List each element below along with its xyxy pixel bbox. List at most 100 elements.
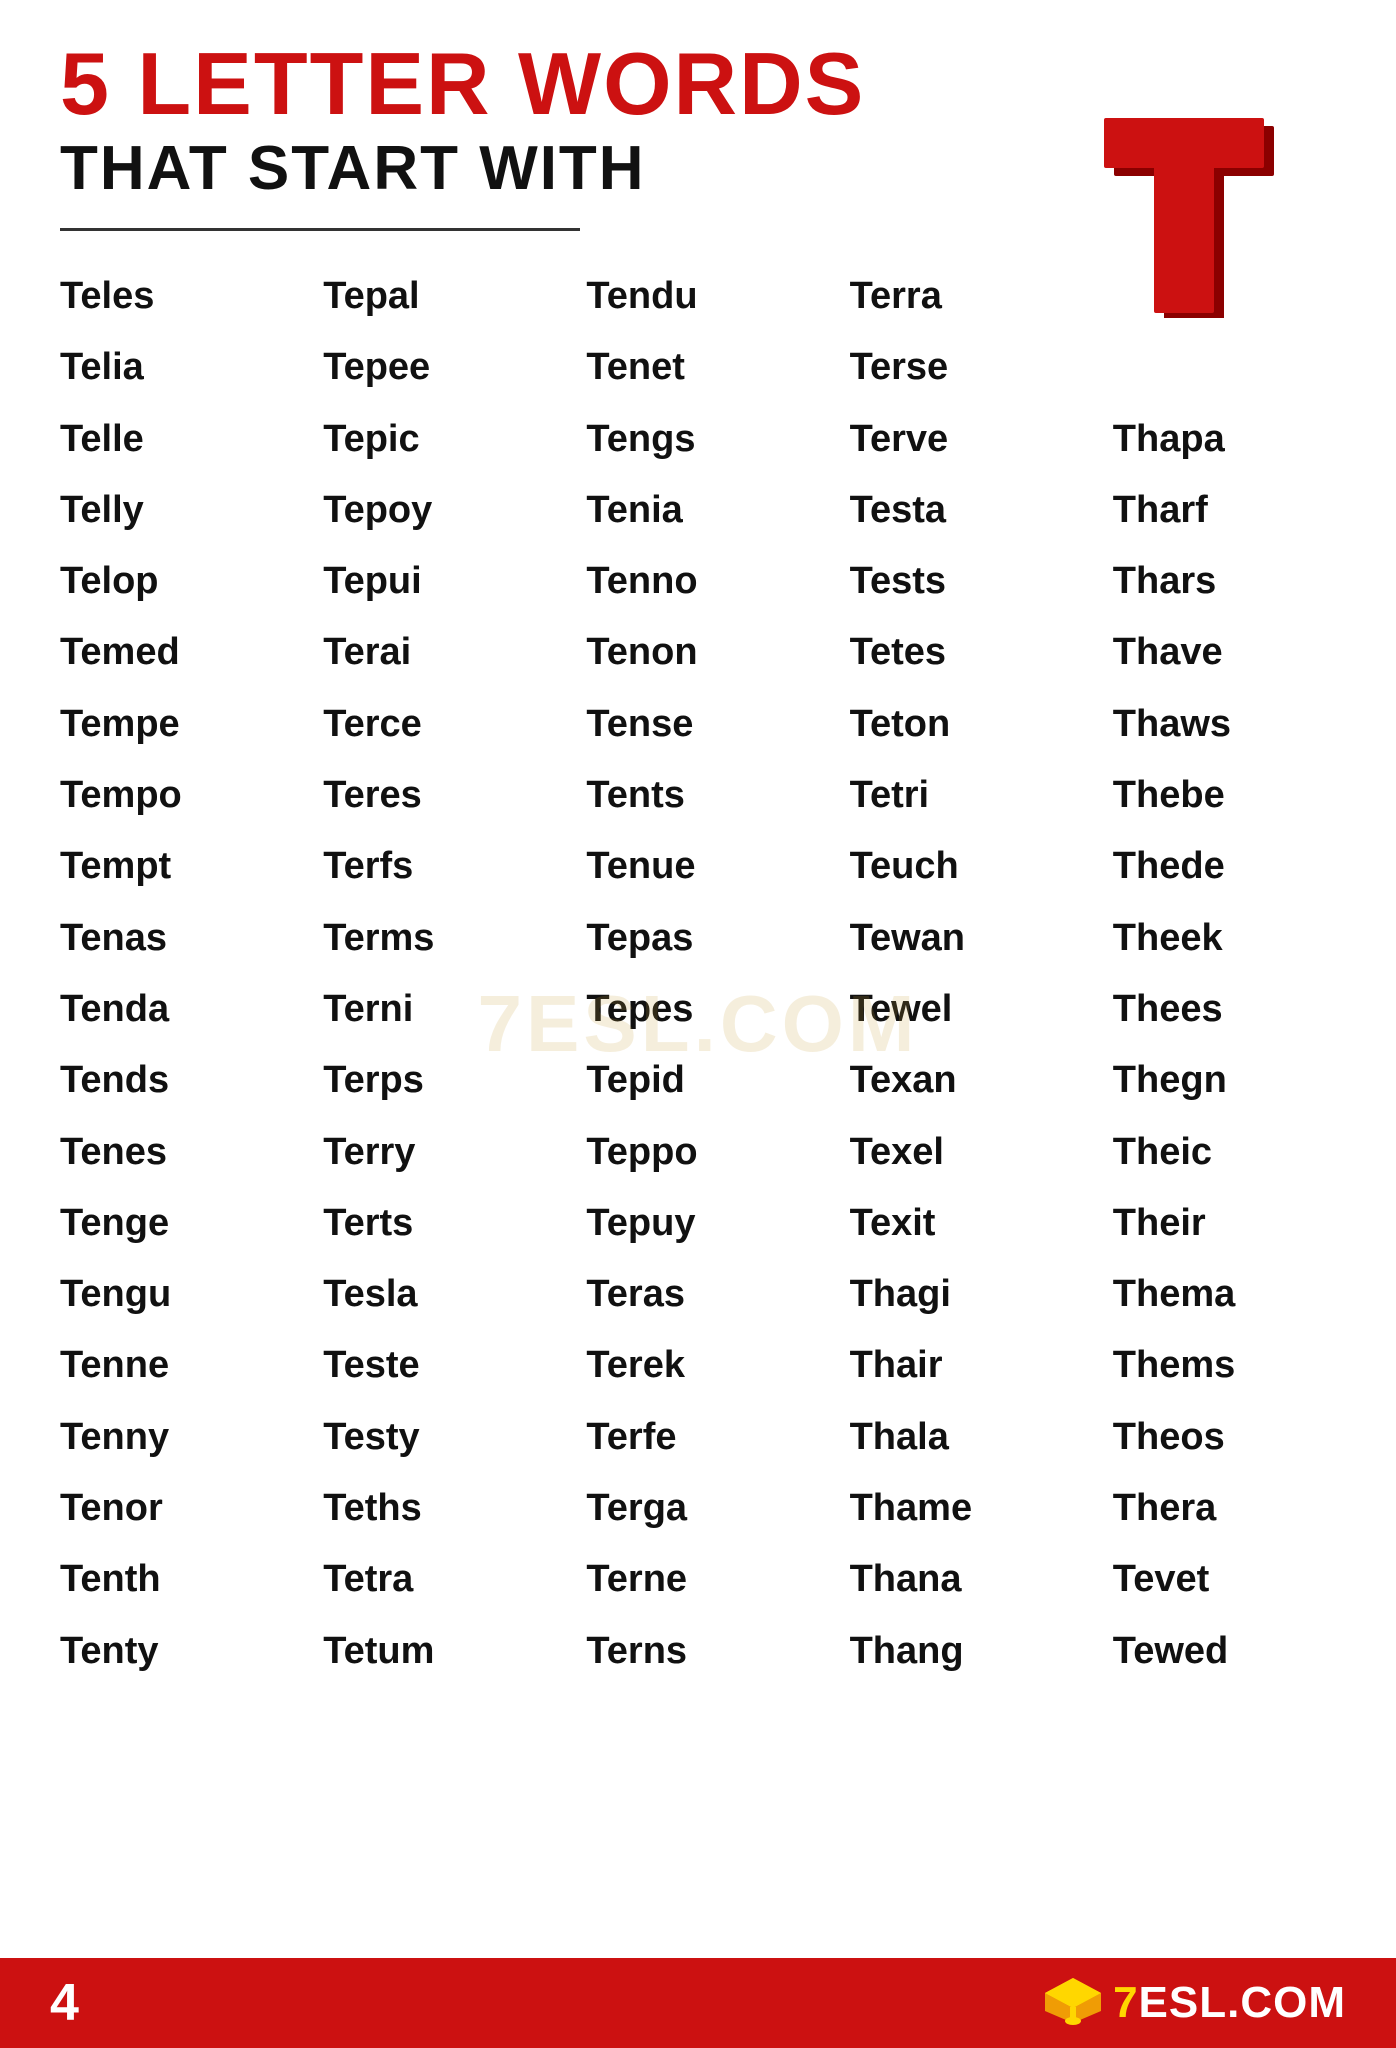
word-cell: Testa [830, 475, 1093, 546]
word-cell: Tempo [40, 760, 303, 831]
word-cell: Terms [303, 903, 566, 974]
word-cell: Terne [566, 1544, 829, 1615]
word-cell: Tenty [40, 1616, 303, 1687]
word-cell: Thame [830, 1473, 1093, 1544]
word-cell: Terek [566, 1330, 829, 1401]
word-cell: Terce [303, 689, 566, 760]
word-cell: Thems [1093, 1330, 1356, 1401]
main-title: 5 LETTER WORDS [60, 40, 1336, 128]
word-cell: Terfe [566, 1402, 829, 1473]
word-cell: Tempt [40, 831, 303, 902]
word-cell: Thang [830, 1616, 1093, 1687]
page-number: 4 [50, 1973, 79, 2033]
word-cell: Texel [830, 1117, 1093, 1188]
word-cell: Terry [303, 1117, 566, 1188]
word-cell: Tendu [566, 261, 829, 332]
subtitle-row: THAT START WITH [60, 138, 1336, 200]
word-cell: Tharf [1093, 475, 1356, 546]
word-cell: Tengs [566, 404, 829, 475]
word-cell: Tests [830, 546, 1093, 617]
word-grid: TelesTepalTenduTerraTeliaTepeeTenetTerse… [0, 261, 1396, 1687]
word-cell: Tenet [566, 332, 829, 403]
word-cell: Tempe [40, 689, 303, 760]
word-cell: Tepal [303, 261, 566, 332]
word-cell: Terns [566, 1616, 829, 1687]
word-cell: Teths [303, 1473, 566, 1544]
word-cell: Tenny [40, 1402, 303, 1473]
word-cell: Thagi [830, 1259, 1093, 1330]
word-cell: Theos [1093, 1402, 1356, 1473]
word-cell: Tepui [303, 546, 566, 617]
word-cell: Tepic [303, 404, 566, 475]
word-cell: Tense [566, 689, 829, 760]
word-cell: Thala [830, 1402, 1093, 1473]
word-cell: Terps [303, 1045, 566, 1116]
word-cell: Tenas [40, 903, 303, 974]
word-cell: Tetri [830, 760, 1093, 831]
word-cell: Teton [830, 689, 1093, 760]
word-cell: Tetes [830, 617, 1093, 688]
word-cell: Thera [1093, 1473, 1356, 1544]
word-cell: Tetra [303, 1544, 566, 1615]
word-cell: Thana [830, 1544, 1093, 1615]
word-cell: Thegn [1093, 1045, 1356, 1116]
word-cell: Tenes [40, 1117, 303, 1188]
word-cell: Tepes [566, 974, 829, 1045]
logo-esl: ESL.COM [1139, 1978, 1346, 2027]
word-cell: Telle [40, 404, 303, 475]
word-cell: Tepas [566, 903, 829, 974]
word-cell: Teuch [830, 831, 1093, 902]
word-cell: Terai [303, 617, 566, 688]
word-cell: Temed [40, 617, 303, 688]
word-cell: Thair [830, 1330, 1093, 1401]
word-cell: Tesla [303, 1259, 566, 1330]
word-cell: Tenia [566, 475, 829, 546]
word-cell: Thebe [1093, 760, 1356, 831]
word-cell: Tenor [40, 1473, 303, 1544]
logo-text: 7ESL.COM [1113, 1978, 1346, 2028]
word-cell: Tevet [1093, 1544, 1356, 1615]
word-cell: Tends [40, 1045, 303, 1116]
word-cell: Terse [830, 332, 1093, 403]
word-cell: Texan [830, 1045, 1093, 1116]
word-cell: Teste [303, 1330, 566, 1401]
word-cell: Terga [566, 1473, 829, 1544]
word-cell: Teles [40, 261, 303, 332]
word-cell [1093, 332, 1356, 403]
word-cell: Tewel [830, 974, 1093, 1045]
word-cell: Tenge [40, 1188, 303, 1259]
word-cell: Terfs [303, 831, 566, 902]
logo-seven: 7 [1113, 1978, 1138, 2027]
word-cell: Thars [1093, 546, 1356, 617]
word-cell: Tepuy [566, 1188, 829, 1259]
word-cell: Terve [830, 404, 1093, 475]
word-cell: Thaws [1093, 689, 1356, 760]
word-cell: Teras [566, 1259, 829, 1330]
word-cell: Telia [40, 332, 303, 403]
word-cell: Theek [1093, 903, 1356, 974]
word-cell: Telop [40, 546, 303, 617]
word-cell: Tenue [566, 831, 829, 902]
word-cell: Their [1093, 1188, 1356, 1259]
subtitle: THAT START WITH [60, 138, 646, 200]
word-cell: Tepee [303, 332, 566, 403]
header: 5 LETTER WORDS THAT START WITH [0, 0, 1396, 210]
footer: 4 7ESL.COM [0, 1958, 1396, 2048]
divider [60, 228, 580, 231]
word-cell: Tents [566, 760, 829, 831]
word-cell: Tenno [566, 546, 829, 617]
word-cell: Testy [303, 1402, 566, 1473]
word-cell: Tepoy [303, 475, 566, 546]
word-cell: Tepid [566, 1045, 829, 1116]
word-cell: Teres [303, 760, 566, 831]
word-cell: Thede [1093, 831, 1356, 902]
graduation-cap-icon [1043, 1973, 1103, 2033]
word-cell: Telly [40, 475, 303, 546]
word-cell: Terni [303, 974, 566, 1045]
word-cell: Terts [303, 1188, 566, 1259]
word-cell: Thapa [1093, 404, 1356, 475]
word-cell: Tenth [40, 1544, 303, 1615]
big-letter-t [1096, 118, 1276, 318]
word-cell: Thees [1093, 974, 1356, 1045]
footer-logo: 7ESL.COM [1043, 1973, 1346, 2033]
